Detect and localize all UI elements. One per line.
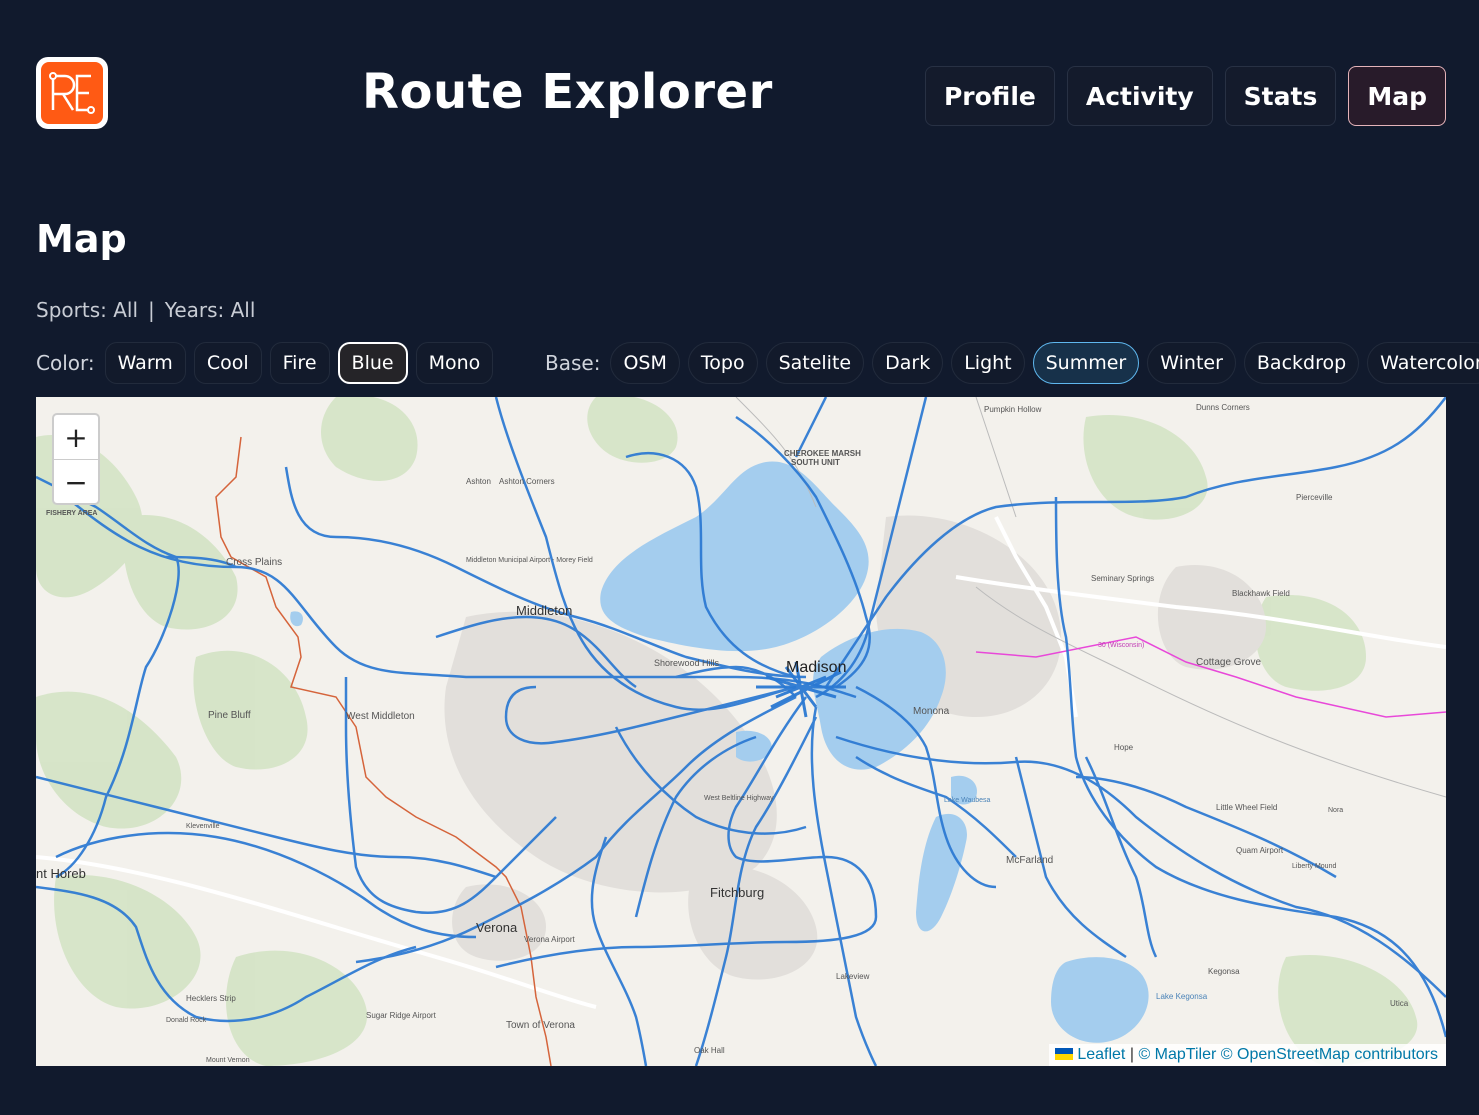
color-label: Color:: [36, 351, 95, 375]
label-town-of-verona: Town of Verona: [506, 1020, 575, 1031]
base-watercolor-chip[interactable]: Watercolor: [1367, 342, 1479, 384]
label-ashton: Ashton: [466, 477, 491, 486]
label-fishery-area: FISHERY AREA: [46, 510, 98, 517]
label-middleton-airport: Middleton Municipal Airport - Morey Fiel…: [466, 557, 593, 564]
map-attribution: Leaflet | © MapTiler © OpenStreetMap con…: [1049, 1044, 1446, 1066]
nav-activity-button[interactable]: Activity: [1066, 66, 1213, 126]
label-pierceville: Pierceville: [1296, 493, 1333, 502]
label-lakeview: Lakeview: [836, 972, 870, 981]
label-utica: Utica: [1390, 999, 1409, 1008]
label-sugar-ridge: Sugar Ridge Airport: [366, 1011, 436, 1020]
label-oak-hall: Oak Hall: [694, 1046, 725, 1055]
label-donald-rock: Donald Rock: [166, 1017, 207, 1024]
color-fire-chip[interactable]: Fire: [269, 342, 330, 384]
base-backdrop-chip[interactable]: Backdrop: [1243, 342, 1360, 384]
label-liberty-mound: Liberty Mound: [1292, 863, 1337, 870]
label-west-middleton: West Middleton: [346, 711, 415, 722]
base-osm-chip[interactable]: OSM: [610, 342, 680, 384]
label-lake-kegonsa: Lake Kegonsa: [1156, 992, 1208, 1001]
label-little-wheel-field: Little Wheel Field: [1216, 803, 1278, 812]
leaflet-link[interactable]: Leaflet: [1077, 1046, 1125, 1063]
label-hope: Hope: [1114, 743, 1134, 752]
base-topo-chip[interactable]: Topo: [687, 342, 758, 384]
label-kegonsa: Kegonsa: [1208, 967, 1240, 976]
label-heckler-strip: Hecklers Strip: [186, 994, 236, 1003]
label-verona: Verona: [476, 920, 518, 935]
zoom-in-button[interactable]: +: [54, 415, 98, 459]
label-pine-bluff: Pine Bluff: [208, 710, 251, 721]
label-shorewood-hills: Shorewood Hills: [654, 658, 720, 668]
label-west-beltline: West Beltline Highway: [704, 795, 774, 802]
color-warm-chip[interactable]: Warm: [104, 342, 186, 384]
route-map[interactable]: Madison Middleton West Middleton Fitchbu…: [36, 397, 1446, 1066]
app-logo[interactable]: [36, 57, 108, 129]
base-label: Base:: [545, 351, 601, 375]
label-cottage-grove: Cottage Grove: [1196, 657, 1262, 668]
label-madison: Madison: [786, 659, 847, 676]
nav-stats-button[interactable]: Stats: [1224, 66, 1337, 126]
maptiler-link[interactable]: © MapTiler: [1138, 1046, 1216, 1063]
map-tiles: [36, 397, 1446, 1066]
osm-link[interactable]: © OpenStreetMap contributors: [1221, 1046, 1438, 1063]
filter-summary: Sports: All | Years: All: [36, 296, 255, 324]
route-logo-icon: [49, 72, 95, 114]
nav-map-button[interactable]: Map: [1348, 66, 1446, 126]
label-pumpkin-hollow: Pumpkin Hollow: [984, 405, 1042, 414]
label-nora: Nora: [1328, 807, 1344, 814]
sports-filter[interactable]: Sports: All: [36, 298, 138, 322]
main-nav: Profile Activity Stats Map: [924, 66, 1446, 126]
label-route-30: 30 (Wisconsin): [1098, 642, 1145, 649]
label-south-unit: SOUTH UNIT: [791, 458, 840, 467]
app-title: Route Explorer: [362, 64, 773, 120]
label-fitchburg: Fitchburg: [710, 885, 765, 900]
label-mount-vernon: Mount Vernon: [206, 1057, 250, 1064]
color-blue-chip[interactable]: Blue: [337, 342, 408, 384]
base-winter-chip[interactable]: Winter: [1147, 342, 1236, 384]
years-filter[interactable]: Years: All: [165, 298, 256, 322]
label-monona: Monona: [913, 706, 950, 717]
attribution-separator: |: [1129, 1046, 1134, 1063]
nav-profile-button[interactable]: Profile: [924, 66, 1055, 126]
label-cherokee-marsh: CHEROKEE MARSH: [784, 449, 861, 458]
label-lake-waubesa: Lake Waubesa: [944, 797, 991, 804]
color-cool-chip[interactable]: Cool: [193, 342, 262, 384]
label-mcfarland: McFarland: [1006, 855, 1054, 866]
label-ashton-corners: Ashton Corners: [499, 477, 555, 486]
zoom-control: + −: [52, 413, 100, 505]
label-klevenville: Klevenville: [186, 823, 220, 830]
base-light-chip[interactable]: Light: [951, 342, 1025, 384]
label-seminary-springs: Seminary Springs: [1091, 574, 1155, 583]
zoom-out-button[interactable]: −: [54, 459, 98, 503]
page-title: Map: [36, 217, 127, 261]
filter-separator: |: [148, 298, 155, 322]
base-satelite-chip[interactable]: Satelite: [765, 342, 865, 384]
label-cross-plains: Cross Plains: [226, 557, 283, 568]
label-verona-airport: Verona Airport: [524, 935, 575, 944]
base-summer-chip[interactable]: Summer: [1032, 342, 1140, 384]
label-quam-airport: Quam Airport: [1236, 846, 1284, 855]
color-selector: Color: Warm Cool Fire Blue Mono: [36, 342, 494, 384]
label-dunns-corners: Dunns Corners: [1196, 403, 1250, 412]
label-middleton: Middleton: [516, 603, 573, 618]
base-dark-chip[interactable]: Dark: [872, 342, 944, 384]
color-mono-chip[interactable]: Mono: [415, 342, 494, 384]
label-blackhawk-field: Blackhawk Field: [1232, 589, 1290, 598]
base-selector: Base: OSM Topo Satelite Dark Light Summe…: [545, 342, 1479, 384]
ukraine-flag-icon: [1055, 1048, 1074, 1060]
label-mount-horeb: nt Horeb: [36, 866, 86, 881]
